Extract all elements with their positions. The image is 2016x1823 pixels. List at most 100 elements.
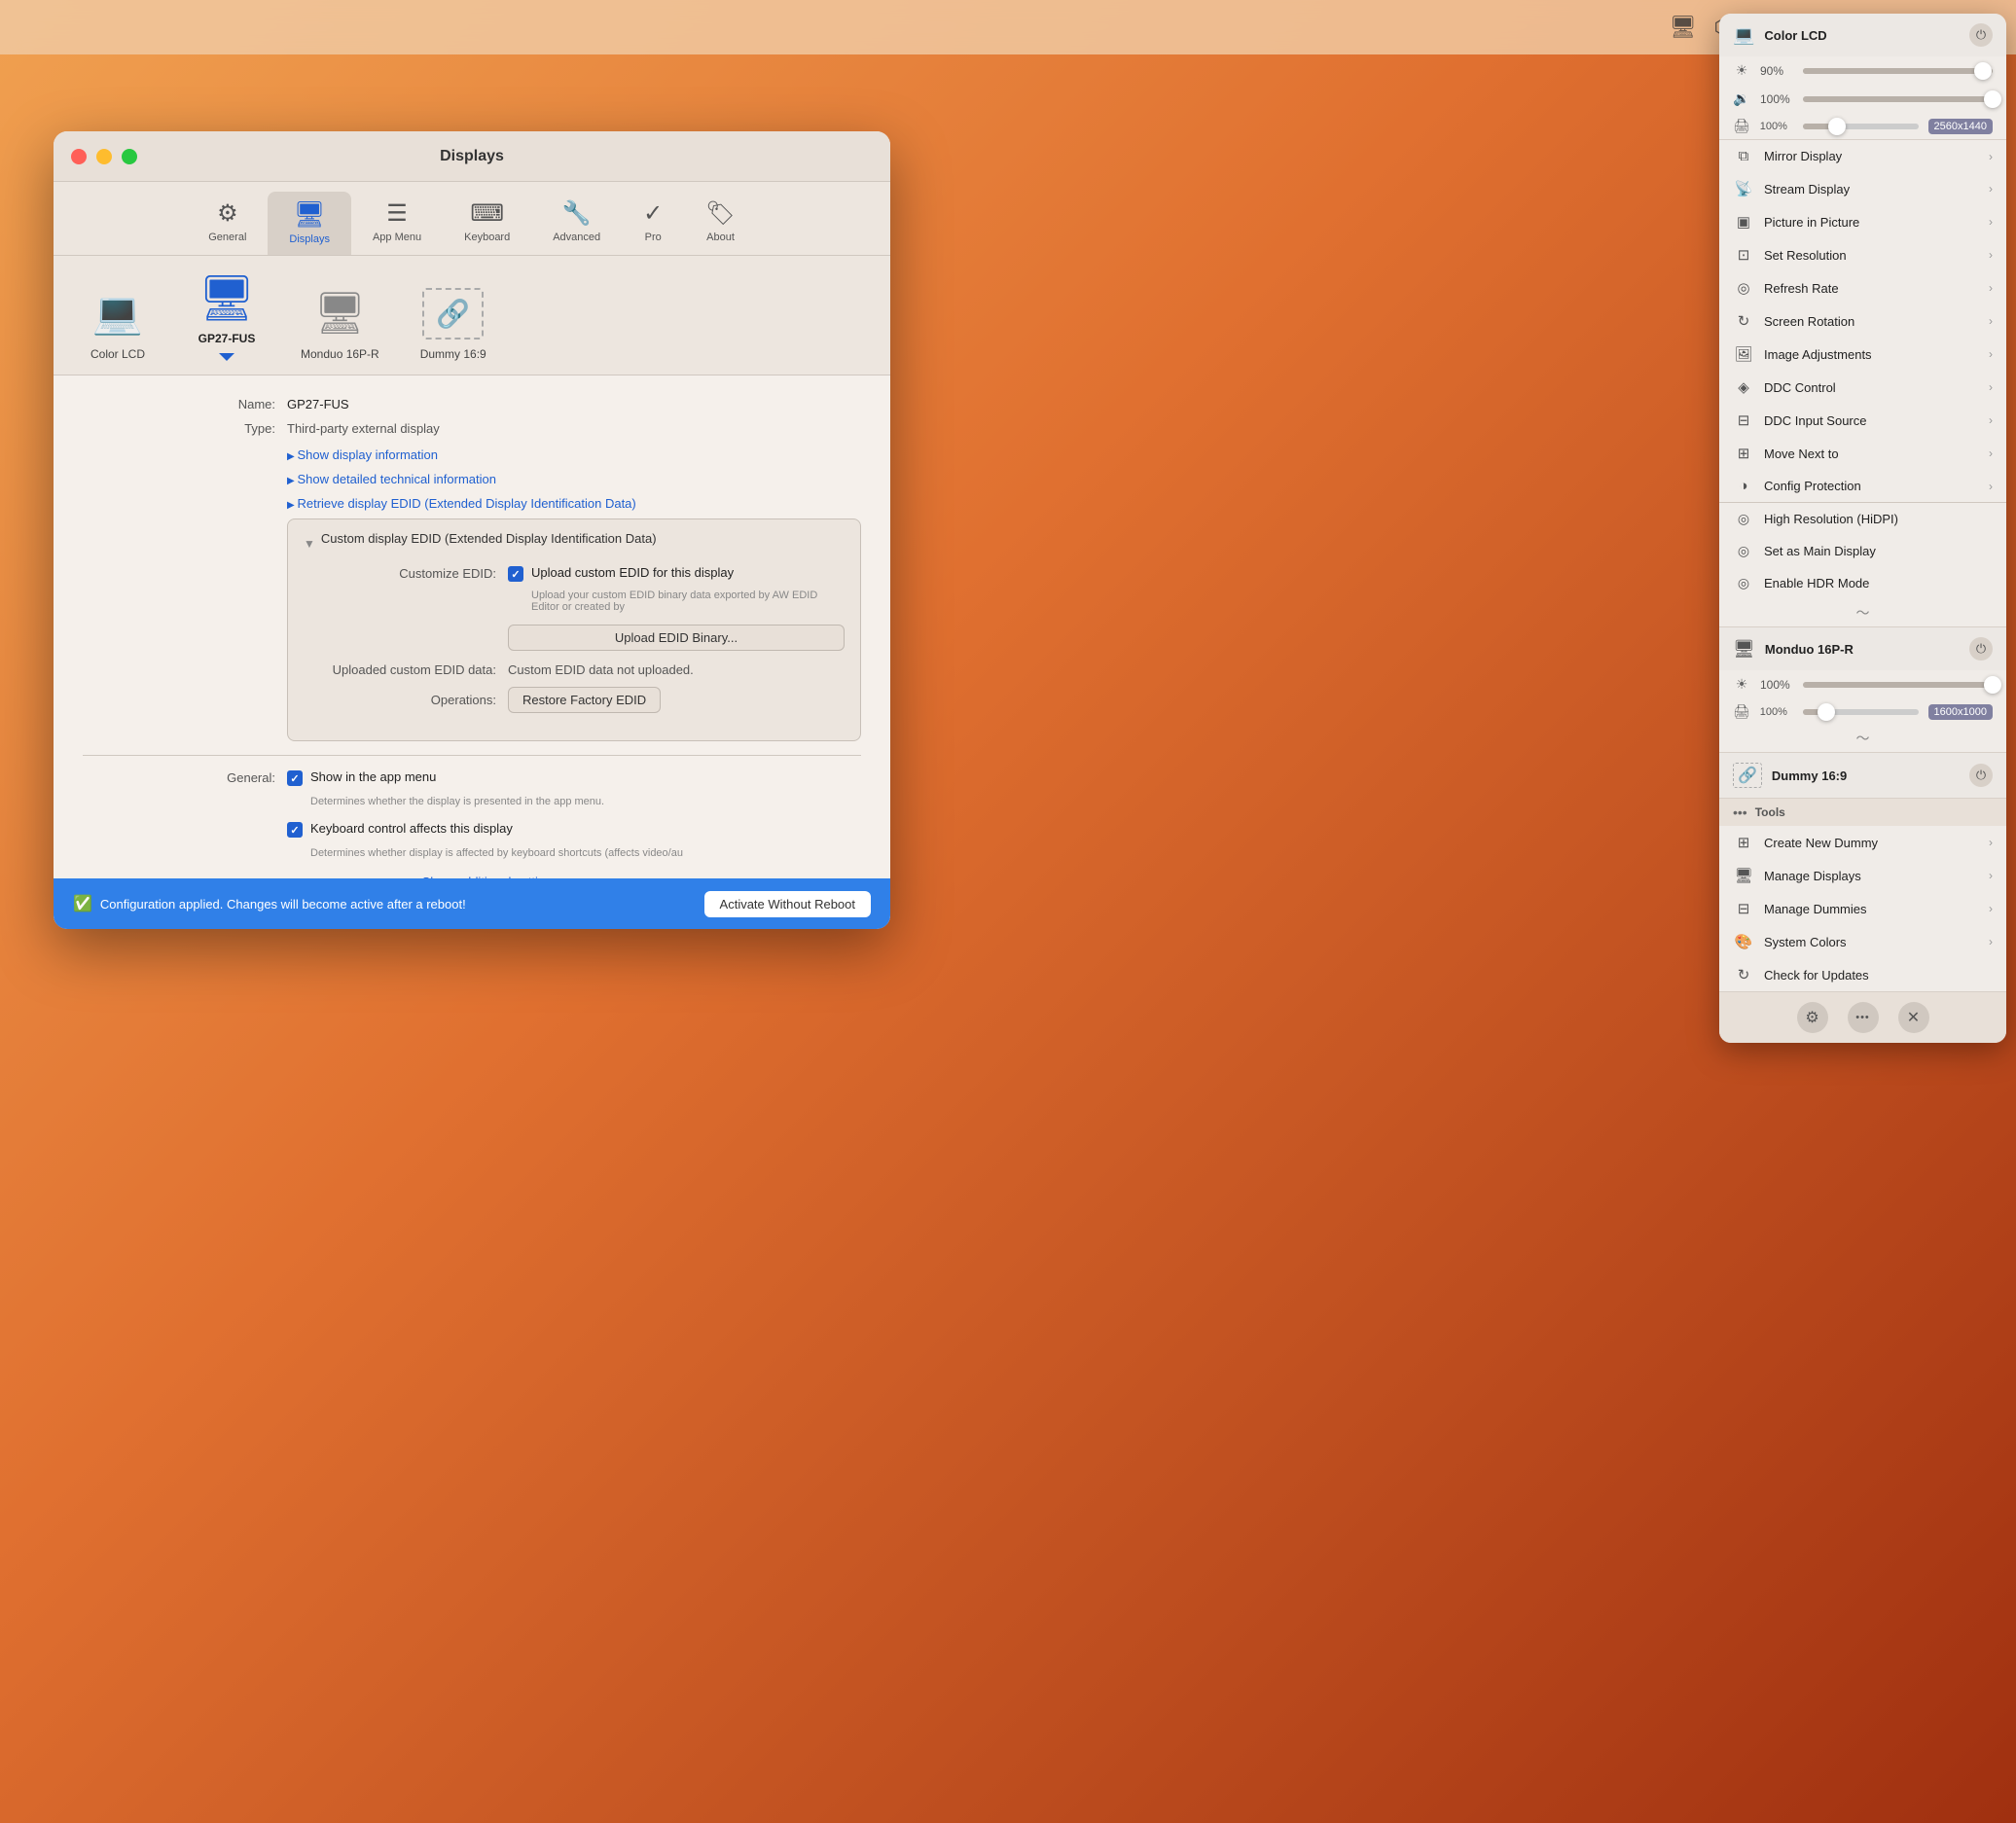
tab-pro[interactable]: ✓ Pro: [622, 192, 684, 255]
main-window: Displays ⚙ General 🖥 Displays ☰ App Menu…: [54, 131, 890, 929]
customize-edid-checkbox-row: Upload custom EDID for this display: [508, 565, 845, 582]
rp-dummy-power[interactable]: ⏻: [1969, 764, 1993, 787]
brightness-thumb[interactable]: [1974, 62, 1992, 80]
tab-about-label: About: [706, 232, 735, 243]
titlebar: Displays: [54, 131, 890, 182]
monduo-res-thumb[interactable]: [1818, 703, 1835, 721]
notification-text: ✅ Configuration applied. Changes will be…: [73, 894, 466, 913]
rp-monduo-res-value: 1600x1000: [1928, 704, 1993, 720]
rp-monduo-icon: 🖥: [1733, 639, 1755, 660]
stream-icon: 📡: [1733, 180, 1754, 197]
appmenu-icon: ☰: [386, 199, 408, 228]
rp-set-main[interactable]: ◎ Set as Main Display: [1719, 535, 2006, 567]
show-info-btn[interactable]: Show display information: [287, 446, 438, 464]
pip-arrow: ›: [1989, 215, 1993, 229]
name-label: Name:: [83, 397, 287, 411]
ddc-ctrl-icon: ◈: [1733, 378, 1754, 396]
activate-reboot-btn[interactable]: Activate Without Reboot: [704, 891, 871, 917]
create-dummy-label: Create New Dummy: [1764, 836, 1979, 850]
more-icon: •••: [1855, 1012, 1870, 1023]
display-selector: 💻 Color LCD 🖥 GP27-FUS 🖥 Monduo 16P-R 🔗 …: [54, 256, 890, 375]
retrieve-edid-btn[interactable]: Retrieve display EDID (Extended Display …: [287, 494, 636, 513]
notification-bar: ✅ Configuration applied. Changes will be…: [54, 878, 890, 929]
tab-about[interactable]: 🏷 About: [684, 192, 756, 255]
dummy-icon: 🔗: [422, 288, 484, 340]
brightness-slider[interactable]: [1803, 68, 1993, 74]
volume-slider[interactable]: [1803, 96, 1993, 102]
customize-edid-checkbox[interactable]: [508, 566, 523, 582]
set-res-label: Set Resolution: [1764, 248, 1979, 263]
rp-mirror-display[interactable]: ⧉ Mirror Display ›: [1719, 140, 2006, 172]
keyboard-control-desc: Determines whether display is affected b…: [310, 847, 683, 859]
rp-manage-dummies[interactable]: ⊟ Manage Dummies ›: [1719, 892, 2006, 925]
rp-move-next-to[interactable]: ⊞ Move Next to ›: [1719, 437, 2006, 470]
ddc-input-label: DDC Input Source: [1764, 413, 1979, 428]
rp-pip[interactable]: ▣ Picture in Picture ›: [1719, 205, 2006, 238]
minimize-button[interactable]: [96, 149, 112, 164]
rp-create-dummy[interactable]: ⊞ Create New Dummy ›: [1719, 826, 2006, 859]
system-colors-label: System Colors: [1764, 935, 1979, 949]
rp-close-btn[interactable]: ✕: [1898, 1002, 1929, 1033]
manage-displays-icon: 🖥: [1733, 867, 1754, 884]
rp-refresh-rate[interactable]: ◎ Refresh Rate ›: [1719, 271, 2006, 304]
general-label: General:: [83, 770, 287, 785]
maximize-button[interactable]: [122, 149, 137, 164]
rp-ddc-control[interactable]: ◈ DDC Control ›: [1719, 371, 2006, 404]
monduo-res-slider[interactable]: [1803, 709, 1919, 715]
ddc-input-icon: ⊟: [1733, 411, 1754, 429]
display-item-color-lcd[interactable]: 💻 Color LCD: [83, 285, 153, 361]
show-appmenu-checkbox[interactable]: [287, 770, 303, 786]
tab-displays[interactable]: 🖥 Displays: [268, 192, 351, 255]
show-technical-btn[interactable]: Show detailed technical information: [287, 470, 496, 488]
restore-factory-btn[interactable]: Restore Factory EDID: [508, 687, 661, 713]
rp-config-protection[interactable]: ◑ Config Protection ›: [1719, 470, 2006, 502]
close-button[interactable]: [71, 149, 87, 164]
customize-edid-row: Customize EDID: Upload custom EDID for t…: [304, 565, 845, 657]
keyboard-control-row: Keyboard control affects this display: [287, 821, 683, 838]
rp-image-adjustments[interactable]: 🖼 Image Adjustments ›: [1719, 338, 2006, 371]
volume-thumb[interactable]: [1984, 90, 2001, 108]
rp-check-updates[interactable]: ↻ Check for Updates: [1719, 958, 2006, 991]
display-item-dummy[interactable]: 🔗 Dummy 16:9: [418, 285, 488, 361]
move-next-label: Move Next to: [1764, 447, 1979, 461]
rp-settings-btn[interactable]: ⚙: [1797, 1002, 1828, 1033]
rp-monduo-brightness-row: ☀ 100%: [1719, 670, 2006, 698]
rp-hidpi[interactable]: ◎ High Resolution (HiDPI): [1719, 503, 2006, 535]
rp-color-lcd-name: Color LCD: [1764, 28, 1960, 43]
monduo-brightness-slider[interactable]: [1803, 682, 1993, 688]
rp-system-colors[interactable]: 🎨 System Colors ›: [1719, 925, 2006, 958]
rp-gp27-section: ⧉ Mirror Display › 📡 Stream Display › ▣ …: [1719, 140, 2006, 627]
pip-icon: ▣: [1733, 213, 1754, 231]
tab-keyboard[interactable]: ⌨ Keyboard: [443, 192, 531, 255]
image-adj-icon: 🖼: [1733, 345, 1754, 363]
color-lcd-label: Color LCD: [90, 347, 145, 361]
type-value: Third-party external display: [287, 421, 440, 436]
rp-stream-display[interactable]: 📡 Stream Display ›: [1719, 172, 2006, 205]
tab-general[interactable]: ⚙ General: [187, 192, 268, 255]
res-icon: 🖨: [1733, 118, 1750, 134]
monitor-icon[interactable]: 🖥: [1670, 15, 1697, 40]
tab-advanced[interactable]: 🔧 Advanced: [531, 192, 622, 255]
rp-set-resolution[interactable]: ⊡ Set Resolution ›: [1719, 238, 2006, 271]
rp-color-lcd-power[interactable]: ⏻: [1969, 23, 1993, 47]
monduo-brightness-thumb[interactable]: [1984, 676, 2001, 694]
res-slider[interactable]: [1803, 124, 1919, 129]
uploaded-edid-value: Custom EDID data not uploaded.: [508, 662, 694, 677]
rp-hdr-mode[interactable]: ◎ Enable HDR Mode: [1719, 567, 2006, 599]
upload-edid-btn[interactable]: Upload EDID Binary...: [508, 625, 845, 651]
monduo-icon: 🖥: [314, 290, 366, 338]
rp-ddc-input[interactable]: ⊟ DDC Input Source ›: [1719, 404, 2006, 437]
window-title: Displays: [440, 148, 504, 165]
rp-more-btn[interactable]: •••: [1848, 1002, 1879, 1033]
rp-monduo-power[interactable]: ⏻: [1969, 637, 1993, 661]
section-divider-1: [83, 755, 861, 756]
display-item-monduo[interactable]: 🖥 Monduo 16P-R: [301, 285, 379, 361]
tab-appmenu[interactable]: ☰ App Menu: [351, 192, 443, 255]
tab-pro-label: Pro: [645, 232, 662, 243]
display-item-gp27-fus[interactable]: 🖥 GP27-FUS: [192, 269, 262, 361]
manage-dummies-label: Manage Dummies: [1764, 902, 1979, 916]
rp-screen-rotation[interactable]: ↻ Screen Rotation ›: [1719, 304, 2006, 338]
stream-label: Stream Display: [1764, 182, 1979, 197]
rp-manage-displays[interactable]: 🖥 Manage Displays ›: [1719, 859, 2006, 892]
keyboard-control-checkbox[interactable]: [287, 822, 303, 838]
